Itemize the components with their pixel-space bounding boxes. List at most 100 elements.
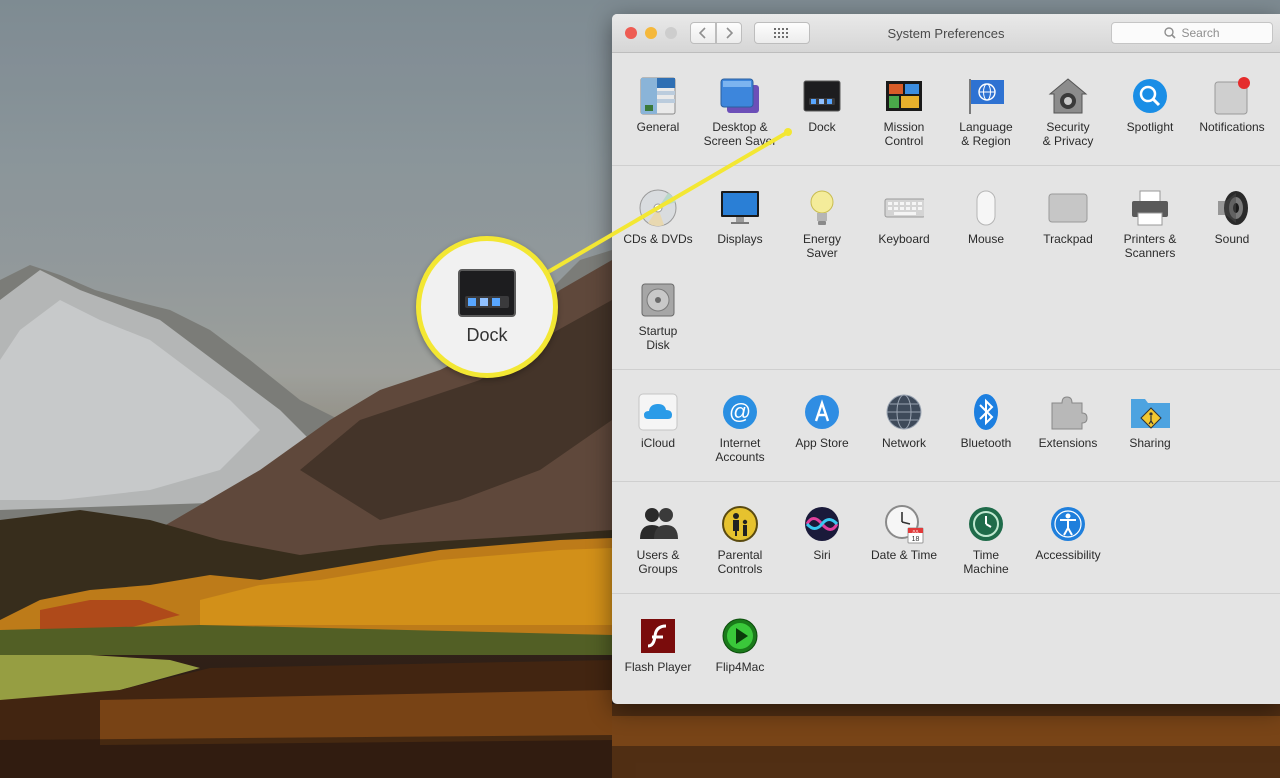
icloud-icon: [638, 392, 678, 432]
flip4mac-icon: [720, 616, 760, 656]
pane-label: Sound: [1214, 232, 1250, 246]
desktop-screen-saver-icon: [720, 76, 760, 116]
pane-label: Desktop & Screen Saver: [703, 120, 777, 148]
pane-label: Extensions: [1038, 436, 1098, 450]
mission-control-icon: [884, 76, 924, 116]
sound-icon: [1212, 188, 1252, 228]
flash-player-icon: [638, 616, 678, 656]
pane-label: iCloud: [640, 436, 676, 450]
dock-callout: Dock: [416, 236, 558, 378]
pane-icloud[interactable]: iCloud: [617, 392, 699, 450]
pane-label: Date & Time: [870, 548, 938, 562]
pane-trackpad[interactable]: Trackpad: [1027, 188, 1109, 246]
system-preferences-window: System Preferences Search General Deskto…: [612, 14, 1280, 704]
notifications-icon: [1212, 76, 1252, 116]
svg-text:@: @: [729, 399, 751, 424]
pane-users-groups[interactable]: Users & Groups: [617, 504, 699, 576]
date-time-icon: JUL 18: [884, 504, 924, 544]
keyboard-icon: [884, 188, 924, 228]
pane-security-privacy[interactable]: Security & Privacy: [1027, 76, 1109, 148]
pane-extensions[interactable]: Extensions: [1027, 392, 1109, 450]
users-groups-icon: [638, 504, 678, 544]
pane-label: Accessibility: [1035, 548, 1101, 562]
search-icon: [1164, 27, 1177, 39]
pane-general[interactable]: General: [617, 76, 699, 134]
calendar-month: JUL: [912, 528, 920, 533]
close-button[interactable]: [625, 27, 637, 39]
pane-spotlight[interactable]: Spotlight: [1109, 76, 1191, 134]
pane-app-store[interactable]: App Store: [781, 392, 863, 450]
pane-network[interactable]: Network: [863, 392, 945, 450]
pane-energy-saver[interactable]: Energy Saver: [781, 188, 863, 260]
pane-label: Users & Groups: [636, 548, 680, 576]
pane-flip4mac[interactable]: Flip4Mac: [699, 616, 781, 674]
pane-cds-dvds[interactable]: CDs & DVDs: [617, 188, 699, 246]
energy-saver-icon: [802, 188, 842, 228]
pane-internet-accounts[interactable]: @ Internet Accounts: [699, 392, 781, 464]
pane-accessibility[interactable]: Accessibility: [1027, 504, 1109, 562]
extensions-icon: [1048, 392, 1088, 432]
cds-dvds-icon: [638, 188, 678, 228]
chevron-left-icon: [699, 27, 706, 39]
pane-sharing[interactable]: Sharing: [1109, 392, 1191, 450]
network-icon: [884, 392, 924, 432]
back-button[interactable]: [690, 22, 716, 44]
pane-language-region[interactable]: Language & Region: [945, 76, 1027, 148]
dock-icon: [458, 268, 516, 317]
section-divider: [612, 593, 1280, 594]
pane-mouse[interactable]: Mouse: [945, 188, 1027, 246]
pane-displays[interactable]: Displays: [699, 188, 781, 246]
displays-icon: [720, 188, 760, 228]
mouse-icon: [966, 188, 1006, 228]
parental-controls-icon: [720, 504, 760, 544]
pane-label: Mission Control: [883, 120, 925, 148]
pane-time-machine[interactable]: Time Machine: [945, 504, 1027, 576]
pane-dock[interactable]: Dock: [781, 76, 863, 134]
app-store-icon: [802, 392, 842, 432]
pane-notifications[interactable]: Notifications: [1191, 76, 1273, 134]
title-bar: System Preferences Search: [612, 14, 1280, 53]
trackpad-icon: [1048, 188, 1088, 228]
zoom-button[interactable]: [665, 27, 677, 39]
pane-keyboard[interactable]: Keyboard: [863, 188, 945, 246]
callout-label: Dock: [466, 324, 508, 345]
pane-siri[interactable]: Siri: [781, 504, 863, 562]
pane-label: Flash Player: [624, 660, 692, 674]
printers-scanners-icon: [1130, 188, 1170, 228]
pane-mission-control[interactable]: Mission Control: [863, 76, 945, 148]
general-icon: [638, 76, 678, 116]
pane-label: Mouse: [967, 232, 1005, 246]
pane-flash-player[interactable]: Flash Player: [617, 616, 699, 674]
calendar-day: 18: [912, 536, 920, 543]
section-divider: [612, 165, 1280, 166]
pane-label: Flip4Mac: [715, 660, 765, 674]
pane-label: Printers & Scanners: [1123, 232, 1177, 260]
minimize-button[interactable]: [645, 27, 657, 39]
search-placeholder: Search: [1181, 26, 1220, 40]
forward-button[interactable]: [716, 22, 742, 44]
pane-date-time[interactable]: JUL 18 Date & Time: [863, 504, 945, 562]
pane-bluetooth[interactable]: Bluetooth: [945, 392, 1027, 450]
pane-label: Notifications: [1199, 120, 1265, 134]
pane-sound[interactable]: Sound: [1191, 188, 1273, 246]
pane-label: Trackpad: [1043, 232, 1093, 246]
show-all-button[interactable]: [754, 22, 810, 44]
pane-label: Security & Privacy: [1042, 120, 1094, 148]
chevron-right-icon: [726, 27, 733, 39]
pane-label: Dock: [808, 120, 836, 134]
pane-label: Spotlight: [1126, 120, 1174, 134]
pane-printers-scanners[interactable]: Printers & Scanners: [1109, 188, 1191, 260]
pane-label: Sharing: [1129, 436, 1171, 450]
siri-icon: [802, 504, 842, 544]
pane-desktop-screen-saver[interactable]: Desktop & Screen Saver: [699, 76, 781, 148]
search-field[interactable]: Search: [1111, 22, 1273, 44]
pane-label: Language & Region: [959, 120, 1013, 148]
pane-parental-controls[interactable]: Parental Controls: [699, 504, 781, 576]
window-title: System Preferences: [887, 26, 1005, 41]
dock-icon: [802, 76, 842, 116]
spotlight-icon: [1130, 76, 1170, 116]
pane-label: Time Machine: [963, 548, 1009, 576]
pane-label: Internet Accounts: [715, 436, 765, 464]
pane-startup-disk[interactable]: Startup Disk: [617, 280, 699, 352]
internet-accounts-icon: @: [720, 392, 760, 432]
